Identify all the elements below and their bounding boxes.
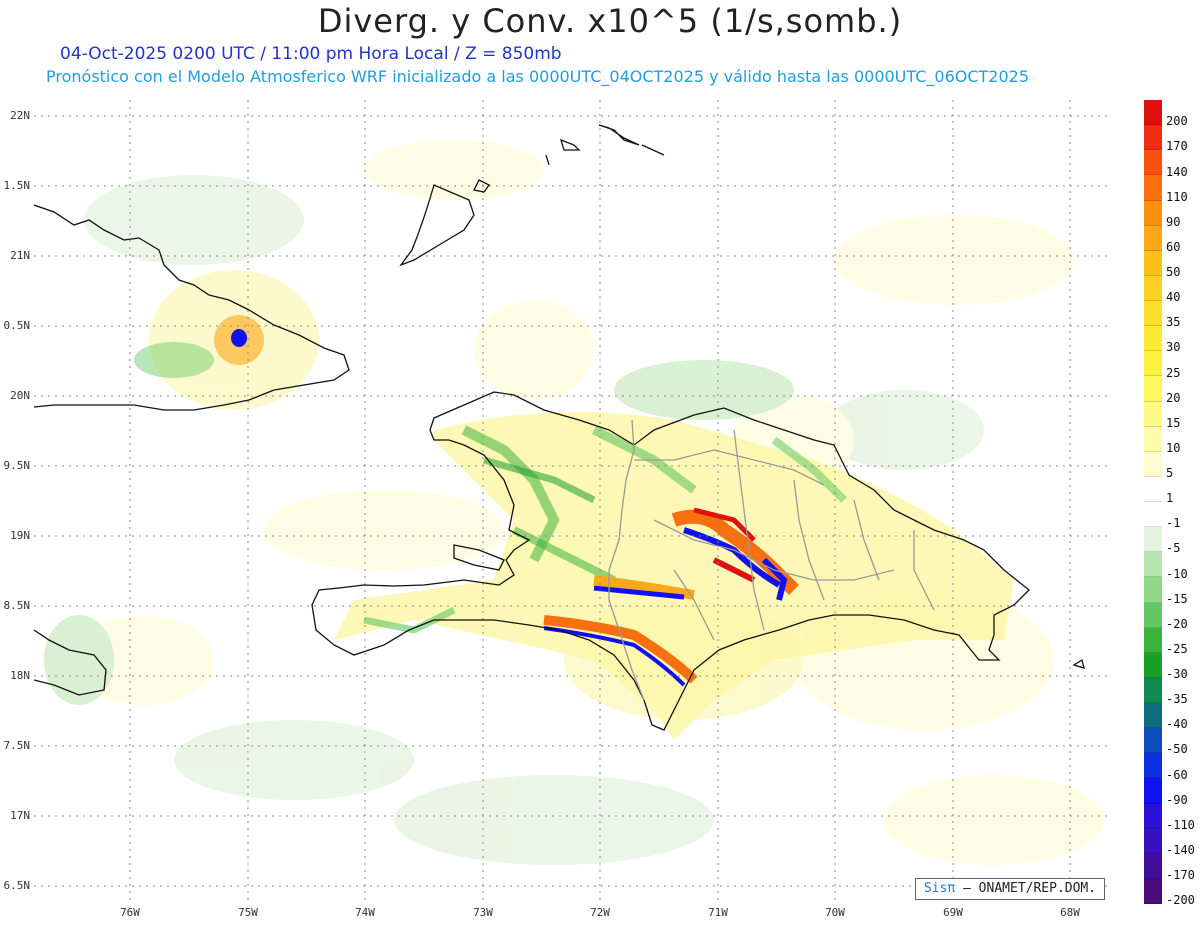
lat-label: 9.5N xyxy=(3,459,31,472)
colorbar-swatch xyxy=(1144,778,1162,804)
lon-label: 72W xyxy=(590,906,610,919)
colorbar-swatch xyxy=(1144,703,1162,729)
colorbar-label: -200 xyxy=(1166,893,1195,908)
lat-label: 20N xyxy=(10,389,30,402)
colorbar-label: 5 xyxy=(1166,466,1174,481)
colorbar-label: -170 xyxy=(1166,868,1195,883)
colorbar-swatch xyxy=(1144,677,1162,703)
colorbar-swatch xyxy=(1144,225,1162,251)
lat-label: 18N xyxy=(10,669,30,682)
colorbar-label: 30 xyxy=(1166,340,1181,355)
brand-name: Sisπ xyxy=(923,881,956,896)
colorbar-label: 20 xyxy=(1166,390,1181,405)
colorbar-swatch xyxy=(1144,652,1162,678)
colorbar-swatch xyxy=(1144,150,1162,176)
colorbar-swatch xyxy=(1144,426,1162,452)
lon-label: 69W xyxy=(943,906,963,919)
lat-label: 0.5N xyxy=(3,319,31,332)
colorbar-swatch xyxy=(1144,602,1162,628)
lat-label: 19N xyxy=(10,529,30,542)
colorbar-swatch xyxy=(1144,200,1162,226)
colorbar-label: -10 xyxy=(1166,566,1188,581)
colorbar-swatch xyxy=(1144,175,1162,201)
lat-label: 22N xyxy=(10,109,30,122)
colorbar-label: 170 xyxy=(1166,139,1188,154)
colorbar-label: -60 xyxy=(1166,767,1188,782)
colorbar-label: 1 xyxy=(1166,491,1174,506)
colorbar-swatch xyxy=(1144,301,1162,327)
colorbar-label: -1 xyxy=(1166,516,1181,531)
colorbar-label: -25 xyxy=(1166,641,1188,656)
colorbar-label: -20 xyxy=(1166,616,1188,631)
lon-label: 74W xyxy=(355,906,375,919)
colorbar-swatch xyxy=(1144,502,1162,528)
chart-title: Diverg. y Conv. x10^5 (1/s,somb.) xyxy=(317,2,903,40)
credit-text: – ONAMET/REP.DOM. xyxy=(963,881,1097,896)
colorbar-label: 25 xyxy=(1166,365,1181,380)
colorbar-label: -5 xyxy=(1166,541,1181,556)
lat-label: 7.5N xyxy=(3,739,31,752)
colorbar-label: 90 xyxy=(1166,214,1181,229)
colorbar xyxy=(1144,100,1162,904)
colorbar-swatch xyxy=(1144,753,1162,779)
lat-label: 17N xyxy=(10,809,30,822)
colorbar-swatch xyxy=(1144,728,1162,754)
lon-label: 76W xyxy=(120,906,140,919)
colorbar-swatch xyxy=(1144,351,1162,377)
lat-label: 21N xyxy=(10,249,30,262)
colorbar-label: 200 xyxy=(1166,114,1188,129)
colorbar-swatch xyxy=(1144,250,1162,276)
valid-time-subtitle: 04-Oct-2025 0200 UTC / 11:00 pm Hora Loc… xyxy=(60,44,562,64)
lon-label: 70W xyxy=(825,906,845,919)
colorbar-swatch xyxy=(1144,552,1162,578)
divergence-map xyxy=(34,100,1112,900)
colorbar-swatch xyxy=(1144,100,1162,126)
colorbar-label: -35 xyxy=(1166,692,1188,707)
colorbar-swatch xyxy=(1144,527,1162,553)
colorbar-swatch xyxy=(1144,577,1162,603)
lat-label: 6.5N xyxy=(3,879,31,892)
colorbar-label: 10 xyxy=(1166,440,1181,455)
colorbar-label: -50 xyxy=(1166,742,1188,757)
colorbar-label: 60 xyxy=(1166,239,1181,254)
lat-label: 1.5N xyxy=(3,179,31,192)
lon-label: 73W xyxy=(473,906,493,919)
colorbar-label: 140 xyxy=(1166,164,1188,179)
lon-label: 68W xyxy=(1060,906,1080,919)
colorbar-swatch xyxy=(1144,476,1162,502)
lon-label: 75W xyxy=(238,906,258,919)
colorbar-swatch xyxy=(1144,401,1162,427)
colorbar-label: 110 xyxy=(1166,189,1188,204)
colorbar-swatch xyxy=(1144,275,1162,301)
colorbar-label: 15 xyxy=(1166,415,1181,430)
map-canvas xyxy=(34,100,1112,900)
colorbar-swatch xyxy=(1144,451,1162,477)
colorbar-label: -30 xyxy=(1166,667,1188,682)
colorbar-swatch xyxy=(1144,853,1162,879)
colorbar-swatch xyxy=(1144,627,1162,653)
colorbar-label: 50 xyxy=(1166,265,1181,280)
colorbar-label: -15 xyxy=(1166,591,1188,606)
colorbar-swatch xyxy=(1144,803,1162,829)
lat-label: 8.5N xyxy=(3,599,31,612)
colorbar-label: 35 xyxy=(1166,315,1181,330)
colorbar-swatch xyxy=(1144,828,1162,854)
colorbar-swatch xyxy=(1144,878,1162,904)
colorbar-swatch xyxy=(1144,125,1162,151)
credit-box: Sisπ – ONAMET/REP.DOM. xyxy=(915,878,1105,900)
colorbar-label: -40 xyxy=(1166,717,1188,732)
colorbar-label: -90 xyxy=(1166,792,1188,807)
colorbar-swatch xyxy=(1144,326,1162,352)
colorbar-label: -140 xyxy=(1166,842,1195,857)
lon-label: 71W xyxy=(708,906,728,919)
colorbar-swatch xyxy=(1144,376,1162,402)
colorbar-label: 40 xyxy=(1166,290,1181,305)
model-info-subtitle: Pronóstico con el Modelo Atmosferico WRF… xyxy=(46,67,1030,86)
colorbar-label: -110 xyxy=(1166,817,1195,832)
